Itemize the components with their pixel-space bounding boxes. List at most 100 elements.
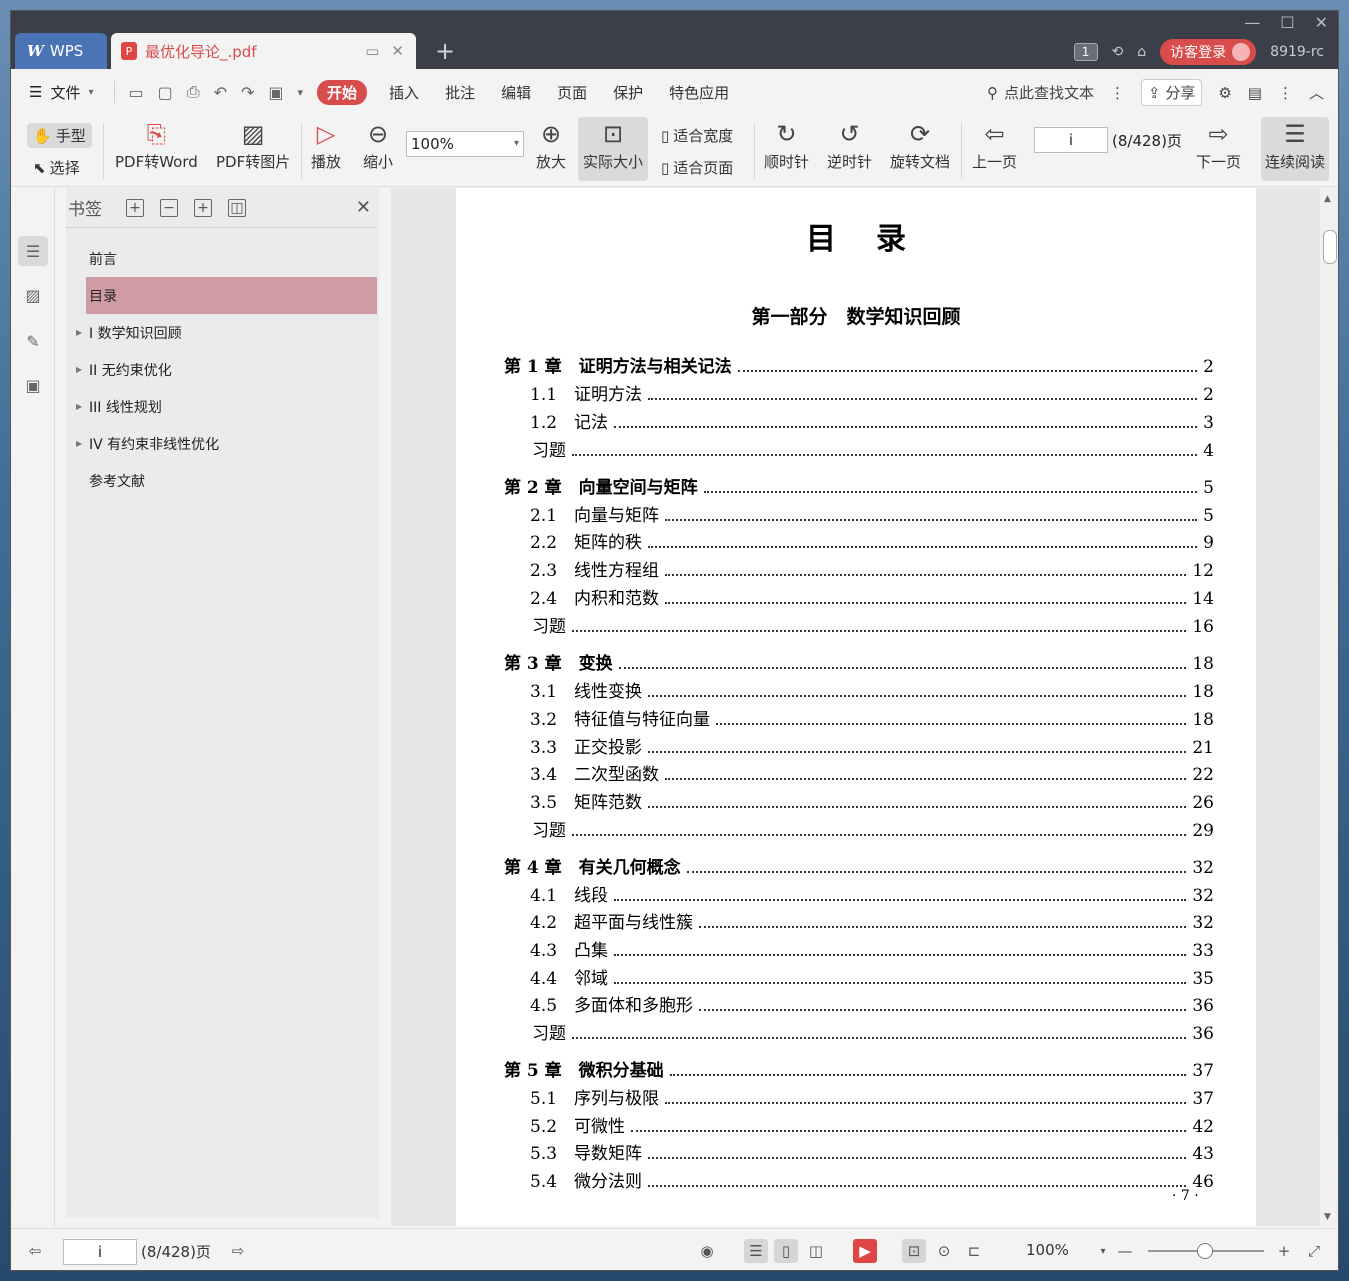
arrow-right-icon[interactable]: ⇨ — [226, 1239, 250, 1263]
minimize-icon[interactable]: — — [1244, 13, 1260, 32]
undo-icon[interactable]: ↶ — [214, 83, 227, 102]
toc-section[interactable]: 3.5 矩阵范数 26 — [504, 788, 1214, 813]
annotation-icon[interactable]: ✎ — [18, 326, 48, 356]
toc-exercises[interactable]: 习题 16 — [504, 612, 1214, 637]
expand-all-icon[interactable]: + — [126, 198, 144, 217]
document-viewport[interactable]: 目录 第一部分 数学知识回顾 第 1 章 证明方法与相关记法 2 1.1 证明方法 2… — [391, 188, 1338, 1226]
fullscreen-icon[interactable]: ⤢ — [1302, 1239, 1326, 1263]
bookmark-icon[interactable]: ◫ — [228, 198, 246, 217]
select-tool-button[interactable]: ⬉ 选择 — [33, 157, 80, 178]
play-button[interactable]: ▷ 播放 — [311, 117, 341, 172]
toc-chapter[interactable]: 第 2 章 向量空间与矩阵 5 — [504, 473, 1214, 498]
bookmark-item[interactable]: ▶ I 数学知识回顾 — [66, 314, 379, 351]
toc-chapter[interactable]: 第 1 章 证明方法与相关记法 2 — [504, 352, 1214, 377]
document-tab[interactable]: P 最优化导论_.pdf ▭ ✕ — [111, 33, 416, 69]
toc-section[interactable]: 5.4 微分法则 46 — [504, 1167, 1214, 1192]
expand-arrow-icon[interactable]: ▶ — [76, 328, 82, 337]
continuous-reading-button[interactable]: ☰ 连续阅读 — [1261, 117, 1329, 181]
page-badge[interactable]: 1 — [1073, 43, 1098, 61]
guest-login-button[interactable]: 访客登录 — [1160, 39, 1257, 65]
zoom-in-button[interactable]: ⊕ 放大 — [536, 117, 566, 172]
continuous-view-icon[interactable]: ☰ — [744, 1239, 768, 1263]
next-page-button[interactable]: ⇨ 下一页 — [1196, 117, 1241, 172]
toc-section[interactable]: 3.1 线性变换 18 — [504, 677, 1214, 702]
status-page-input[interactable]: i — [63, 1239, 137, 1265]
toc-section[interactable]: 4.2 超平面与线性簇 32 — [504, 908, 1214, 933]
gear-icon[interactable]: ⚙ — [1218, 84, 1231, 102]
scrollbar-thumb[interactable] — [1323, 230, 1337, 264]
toc-section[interactable]: 4.3 凸集 33 — [504, 936, 1214, 961]
play-icon[interactable]: ▶ — [853, 1239, 877, 1263]
thumbnail-icon[interactable]: ▨ — [18, 280, 48, 310]
scroll-down-icon[interactable]: ▼ — [1324, 1212, 1331, 1222]
bookmark-item[interactable]: 参考文献 — [66, 462, 379, 499]
rotate-counterclockwise-button[interactable]: ↺ 逆时针 — [827, 117, 872, 172]
export-icon[interactable]: ▣ — [268, 83, 283, 102]
zoom-slider-knob[interactable] — [1197, 1243, 1213, 1259]
toc-chapter[interactable]: 第 3 章 变换 18 — [504, 649, 1214, 674]
search-text-field[interactable]: ⚲ 点此查找文本 — [987, 82, 1094, 103]
bookmark-item[interactable]: ▶ III 线性规划 — [66, 388, 379, 425]
menu-page[interactable]: 页面 — [557, 82, 587, 103]
single-page-icon[interactable]: ▯ — [774, 1239, 798, 1263]
previous-page-button[interactable]: ⇦ 上一页 — [972, 117, 1017, 172]
zoom-chevron-icon[interactable]: ▾ — [1091, 1239, 1115, 1263]
hand-tool-button[interactable]: ✋ 手型 — [27, 123, 92, 148]
toc-section[interactable]: 3.4 二次型函数 22 — [504, 760, 1214, 785]
two-page-icon[interactable]: ◫ — [804, 1239, 828, 1263]
zoom-in-icon[interactable]: + — [1272, 1239, 1296, 1263]
file-menu[interactable]: ☰ 文件 ▾ — [29, 82, 94, 103]
menu-special[interactable]: 特色应用 — [669, 82, 729, 103]
toc-section[interactable]: 3.3 正交投影 21 — [504, 733, 1214, 758]
vertical-scrollbar[interactable]: ▲ ▼ — [1320, 188, 1338, 1226]
toc-exercises[interactable]: 习题 4 — [504, 436, 1214, 461]
pdf-to-image-button[interactable]: ▨ PDF转图片 — [216, 117, 290, 172]
expand-arrow-icon[interactable]: ▶ — [76, 439, 82, 448]
print-icon[interactable]: ⎙ — [187, 82, 200, 102]
expand-arrow-icon[interactable]: ▶ — [76, 402, 82, 411]
comment-icon[interactable]: ▤ — [1248, 84, 1262, 102]
toc-chapter[interactable]: 第 5 章 微积分基础 37 — [504, 1056, 1214, 1081]
bookmark-item[interactable]: ▶ IV 有约束非线性优化 — [66, 425, 379, 462]
screen-icon[interactable]: ▭ — [365, 42, 379, 60]
add-bookmark-icon[interactable]: + — [194, 198, 212, 217]
fit-width-icon[interactable]: ⊏ — [962, 1239, 986, 1263]
collapse-all-icon[interactable]: − — [160, 198, 178, 217]
close-icon[interactable]: ✕ — [356, 197, 371, 218]
toc-section[interactable]: 1.1 证明方法 2 — [504, 380, 1214, 405]
toc-section[interactable]: 2.2 矩阵的秩 9 — [504, 528, 1214, 553]
pdf-to-word-button[interactable]: ⎘ PDF转Word — [115, 117, 198, 172]
menu-start[interactable]: 开始 — [317, 79, 368, 105]
shirt-icon[interactable]: ⌂ — [1137, 44, 1146, 60]
page-number-input[interactable]: i — [1034, 127, 1108, 153]
rotate-clockwise-button[interactable]: ↻ 顺时针 — [764, 117, 809, 172]
toc-section[interactable]: 4.1 线段 32 — [504, 881, 1214, 906]
toc-section[interactable]: 4.4 邻域 35 — [504, 964, 1214, 989]
toc-section[interactable]: 4.5 多面体和多胞形 36 — [504, 991, 1214, 1016]
toc-exercises[interactable]: 习题 29 — [504, 816, 1214, 841]
toc-section[interactable]: 5.2 可微性 42 — [504, 1112, 1214, 1137]
toc-section[interactable]: 3.2 特征值与特征向量 18 — [504, 705, 1214, 730]
more-vertical-icon[interactable]: ⋮ — [1110, 84, 1125, 102]
menu-insert[interactable]: 插入 — [389, 82, 419, 103]
bookmark-item-selected[interactable]: 目录 — [86, 277, 377, 314]
toc-section[interactable]: 5.1 序列与极限 37 — [504, 1084, 1214, 1109]
fit-page-button[interactable]: ▯ 适合页面 — [661, 157, 733, 178]
signature-icon[interactable]: ▣ — [18, 370, 48, 400]
toc-section[interactable]: 2.3 线性方程组 12 — [504, 556, 1214, 581]
redo-icon[interactable]: ↷ — [241, 83, 254, 102]
close-tab-icon[interactable]: ✕ — [391, 42, 404, 60]
skin-icon[interactable]: ⟲ — [1112, 44, 1124, 60]
collapse-ribbon-icon[interactable]: ︿ — [1309, 82, 1324, 103]
toc-section[interactable]: 5.3 导数矩阵 43 — [504, 1139, 1214, 1164]
save-icon[interactable]: ▢ — [158, 83, 173, 102]
close-window-icon[interactable]: ✕ — [1315, 13, 1328, 32]
new-tab-button[interactable]: + — [435, 37, 455, 65]
bookmark-list-icon[interactable]: ☰ — [18, 236, 48, 266]
expand-arrow-icon[interactable]: ▶ — [76, 365, 82, 374]
maximize-icon[interactable]: ☐ — [1280, 13, 1294, 32]
zoom-out-icon[interactable]: — — [1113, 1239, 1137, 1263]
eye-protection-icon[interactable]: ◉ — [695, 1239, 719, 1263]
toc-section[interactable]: 1.2 记法 3 — [504, 408, 1214, 433]
scroll-up-icon[interactable]: ▲ — [1324, 194, 1331, 204]
